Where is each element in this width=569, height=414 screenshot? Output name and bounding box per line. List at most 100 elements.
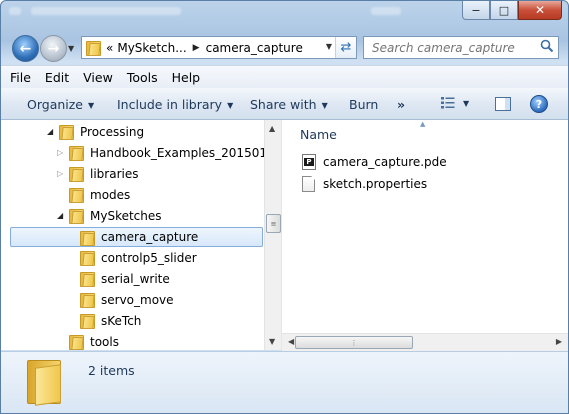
tree-item[interactable]: modes	[1, 185, 264, 205]
item-count: 2 items	[88, 363, 135, 378]
tree-item[interactable]: ▷ libraries	[1, 164, 264, 184]
close-button[interactable]: ✕	[518, 1, 562, 20]
tree-item-label: modes	[90, 188, 131, 202]
navigation-pane-scrollbar[interactable]: ▲ ≡ ▼	[264, 120, 281, 350]
minimize-icon: −	[471, 3, 481, 17]
scroll-down-icon[interactable]: ▼	[269, 337, 275, 346]
content-area: ◢ Processing ▷ Handbook_Examples_20150105 ▷ l…	[1, 120, 568, 351]
menu-edit[interactable]: Edit	[45, 70, 69, 85]
tree-item[interactable]: ▷ Handbook_Examples_20150105	[1, 143, 264, 163]
breadcrumb-overflow[interactable]: «	[106, 41, 113, 55]
blurred-background-text	[31, 7, 181, 15]
arrow-left-icon: ←	[19, 40, 32, 57]
preview-pane-icon[interactable]	[495, 97, 511, 111]
minimize-button[interactable]: −	[462, 1, 490, 20]
maximize-button[interactable]: □	[490, 1, 518, 20]
refresh-icon: ⇄	[340, 40, 352, 55]
file-item[interactable]: P camera_capture.pde	[302, 153, 447, 171]
scrollbar-thumb[interactable]: ⋮	[295, 336, 413, 349]
forward-button[interactable]: →	[40, 35, 67, 62]
chevron-down-icon: ▼	[321, 101, 328, 110]
column-header-name[interactable]: Name	[300, 127, 337, 142]
refresh-button[interactable]: ⇄	[335, 37, 356, 58]
breadcrumb-separator-icon[interactable]: ▶	[193, 43, 200, 53]
file-list-pane[interactable]: ▲ Name P camera_capture.pde sketch.prope…	[282, 120, 568, 350]
expanded-arrow-icon[interactable]: ◢	[47, 127, 53, 136]
blurred-background-text	[371, 7, 401, 15]
view-options-dropdown[interactable]: ▼	[463, 99, 469, 108]
folder-icon	[80, 250, 95, 266]
share-with-button[interactable]: Share with ▼	[250, 97, 328, 112]
burn-label: Burn	[349, 97, 379, 112]
tree-item-label: Handbook_Examples_20150105	[90, 146, 264, 160]
command-bar: Organize ▼ Include in library ▼ Share with…	[1, 88, 568, 120]
navigation-pane[interactable]: ◢ Processing ▷ Handbook_Examples_20150105 ▷ l…	[1, 120, 264, 350]
scroll-left-icon[interactable]: ◀	[288, 337, 294, 346]
address-history-dropdown[interactable]: ▼	[326, 42, 332, 51]
tree-item-label: servo_move	[101, 293, 174, 307]
collapsed-arrow-icon[interactable]: ▷	[57, 169, 63, 178]
menu-bar: File Edit View Tools Help	[1, 65, 568, 89]
title-bar[interactable]: − □ ✕	[1, 1, 568, 27]
search-box[interactable]	[363, 36, 559, 59]
arrow-right-icon: →	[47, 40, 60, 57]
file-list-horizontal-scrollbar[interactable]: ◀ ⋮ ▶	[282, 333, 568, 351]
sort-ascending-icon: ▲	[420, 120, 426, 128]
menu-view[interactable]: View	[83, 70, 113, 85]
folder-icon	[59, 124, 74, 140]
search-input[interactable]	[370, 39, 544, 56]
scroll-up-icon[interactable]: ▲	[269, 124, 275, 133]
folder-icon	[69, 166, 84, 182]
tree-item-label: camera_capture	[101, 230, 199, 244]
details-pane: 2 items	[1, 351, 568, 413]
address-bar[interactable]: « MySketch... ▶ camera_capture ▼ ⇄	[81, 36, 357, 59]
file-name: camera_capture.pde	[323, 155, 447, 169]
caption-buttons: − □ ✕	[462, 1, 562, 20]
expanded-arrow-icon[interactable]: ◢	[57, 211, 63, 220]
tree-item[interactable]: controlp5_slider	[1, 248, 264, 268]
folder-icon	[86, 40, 101, 56]
change-view-icon[interactable]	[441, 97, 455, 109]
maximize-icon: □	[498, 3, 510, 17]
menu-file[interactable]: File	[10, 70, 31, 85]
folder-icon	[69, 145, 84, 161]
tree-item[interactable]: sKeTch	[1, 311, 264, 331]
include-in-library-label: Include in library	[117, 97, 223, 112]
breadcrumb-mysketches[interactable]: MySketch...	[117, 41, 186, 55]
tree-item[interactable]: camera_capture	[10, 227, 263, 247]
recent-pages-dropdown[interactable]: ▼	[68, 44, 74, 53]
large-folder-icon	[27, 358, 63, 406]
breadcrumb-camera-capture[interactable]: camera_capture	[206, 41, 303, 55]
collapsed-arrow-icon[interactable]: ▷	[57, 148, 63, 157]
tree-item-label: libraries	[90, 167, 139, 181]
tree-item-label: Processing	[80, 125, 145, 139]
burn-button[interactable]: Burn	[349, 97, 378, 112]
menu-tools[interactable]: Tools	[127, 70, 158, 85]
tree-item-label: sKeTch	[101, 314, 142, 328]
menu-help[interactable]: Help	[172, 70, 201, 85]
tree-item[interactable]: ◢ MySketches	[1, 206, 264, 226]
file-item[interactable]: sketch.properties	[302, 175, 427, 193]
tree-item-label: serial_write	[101, 272, 170, 286]
chevron-down-icon: ▼	[227, 101, 234, 110]
help-icon[interactable]: ?	[530, 95, 548, 113]
scroll-right-icon[interactable]: ▶	[556, 337, 562, 346]
processing-file-icon: P	[302, 154, 316, 170]
tree-item-label: MySketches	[90, 209, 162, 223]
tree-item[interactable]: ◢ Processing	[1, 122, 264, 142]
folder-icon	[80, 292, 95, 308]
explorer-window: − □ ✕ ← → ▼ « MySketch... ▶ camera_captu…	[0, 0, 569, 414]
organize-button[interactable]: Organize ▼	[27, 97, 94, 112]
file-name: sketch.properties	[323, 177, 428, 191]
tree-item[interactable]: serial_write	[1, 269, 264, 289]
folder-icon	[69, 187, 84, 203]
back-button[interactable]: ←	[12, 35, 39, 62]
include-in-library-button[interactable]: Include in library ▼	[117, 97, 233, 112]
blurred-window-icon	[9, 7, 21, 15]
search-icon[interactable]	[540, 39, 554, 53]
scrollbar-thumb[interactable]: ≡	[266, 214, 281, 233]
tree-item[interactable]: servo_move	[1, 290, 264, 310]
more-commands-button[interactable]: »	[397, 97, 405, 112]
folder-icon	[80, 271, 95, 287]
tree-item[interactable]: tools	[1, 332, 264, 350]
